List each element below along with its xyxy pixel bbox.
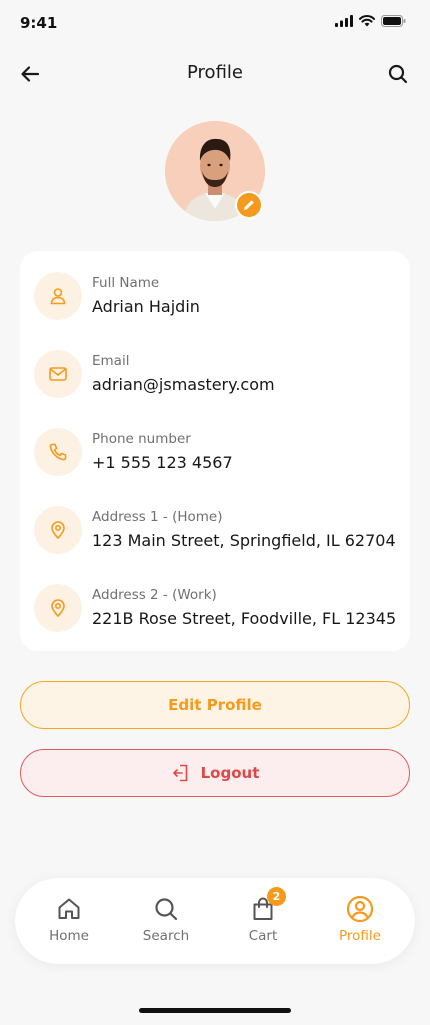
shopping-bag-icon: 2 (250, 887, 286, 924)
field-value: adrian@jsmastery.com (92, 375, 275, 394)
page-title: Profile (187, 62, 243, 83)
search-button[interactable] (384, 60, 412, 88)
mail-icon (34, 350, 82, 398)
tab-cart[interactable]: 2 Cart (218, 887, 308, 950)
battery-icon (381, 15, 406, 27)
logout-label: Logout (200, 764, 260, 782)
home-indicator (139, 1008, 291, 1013)
wifi-icon (359, 15, 375, 27)
field-value: 221B Rose Street, Foodville, FL 12345 (92, 609, 397, 628)
tab-search[interactable]: Search (121, 894, 211, 950)
location-pin-icon (34, 506, 82, 554)
status-time: 9:41 (20, 14, 58, 32)
field-email: Email adrian@jsmastery.com (34, 350, 404, 410)
logout-button[interactable]: Logout (20, 749, 410, 797)
user-circle-icon (346, 894, 374, 924)
edit-profile-button[interactable]: Edit Profile (20, 681, 410, 729)
edit-avatar-button[interactable] (235, 191, 263, 219)
tab-home[interactable]: Home (24, 894, 114, 950)
profile-info-card: Full Name Adrian Hajdin Email adrian@jsm… (20, 251, 410, 651)
field-value: 123 Main Street, Springfield, IL 62704 (92, 531, 396, 550)
cart-badge: 2 (267, 887, 286, 906)
edit-profile-label: Edit Profile (168, 696, 262, 714)
field-phone: Phone number +1 555 123 4567 (34, 428, 404, 488)
logout-icon (172, 764, 187, 782)
field-label: Full Name (92, 275, 160, 291)
avatar-container (165, 121, 265, 221)
pencil-icon (244, 200, 254, 210)
search-icon (153, 894, 179, 924)
tab-label: Home (49, 928, 89, 944)
status-icons (335, 15, 406, 27)
header: Profile (0, 52, 430, 96)
search-icon (388, 64, 408, 84)
signal-icon (335, 15, 353, 27)
field-address-home: Address 1 - (Home) 123 Main Street, Spri… (34, 506, 404, 566)
tab-profile[interactable]: Profile (315, 894, 405, 950)
phone-icon (34, 428, 82, 476)
user-icon (34, 272, 82, 320)
field-label: Phone number (92, 431, 191, 447)
field-label: Email (92, 353, 130, 369)
field-address-work: Address 2 - (Work) 221B Rose Street, Foo… (34, 584, 404, 644)
field-full-name: Full Name Adrian Hajdin (34, 272, 404, 332)
tab-bar: Home Search 2 Cart Profile (15, 878, 415, 964)
location-pin-icon (34, 584, 82, 632)
tab-label: Search (142, 928, 190, 944)
field-value: +1 555 123 4567 (92, 453, 233, 472)
tab-label: Cart (248, 928, 278, 944)
field-label: Address 1 - (Home) (92, 509, 223, 525)
home-icon (56, 894, 82, 924)
field-value: Adrian Hajdin (92, 297, 200, 316)
tab-label: Profile (339, 928, 381, 944)
status-bar: 9:41 (0, 0, 430, 46)
field-label: Address 2 - (Work) (92, 587, 217, 603)
